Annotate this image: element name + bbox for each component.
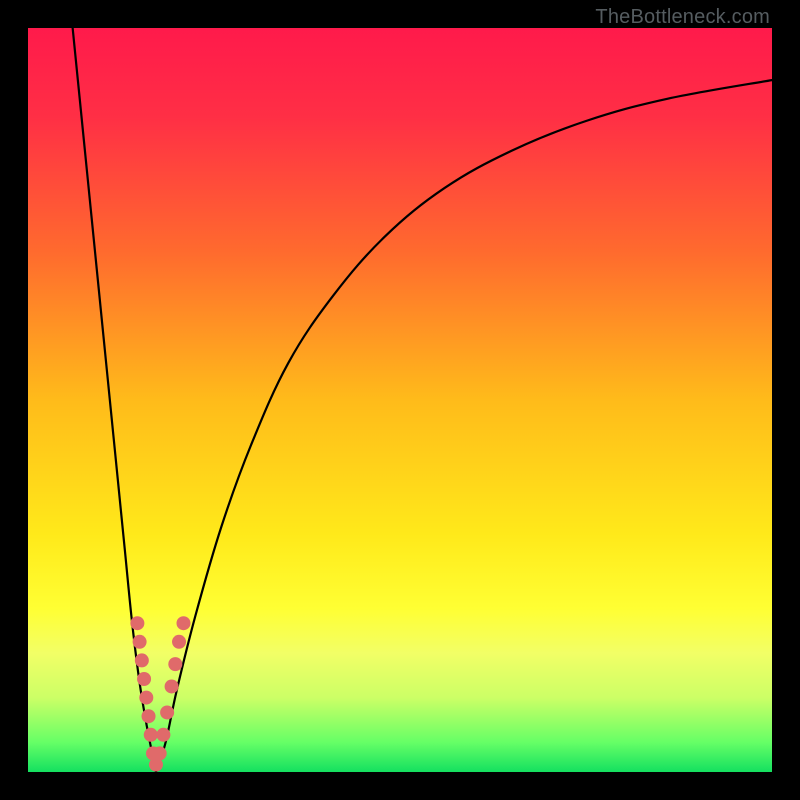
chart-plot-area	[28, 28, 772, 772]
marker-point	[135, 653, 149, 667]
marker-point	[137, 672, 151, 686]
marker-point	[142, 709, 156, 723]
marker-point	[168, 657, 182, 671]
marker-point	[165, 679, 179, 693]
marker-point	[139, 691, 153, 705]
chart-curve-layer	[28, 28, 772, 772]
marker-point	[130, 616, 144, 630]
series-bottleneck-right	[156, 80, 772, 772]
marker-point	[177, 616, 191, 630]
marker-point	[156, 728, 170, 742]
marker-point	[172, 635, 186, 649]
watermark-text: TheBottleneck.com	[595, 6, 770, 29]
marker-point	[144, 728, 158, 742]
marker-point	[160, 705, 174, 719]
marker-point	[133, 635, 147, 649]
marker-point	[153, 746, 167, 760]
